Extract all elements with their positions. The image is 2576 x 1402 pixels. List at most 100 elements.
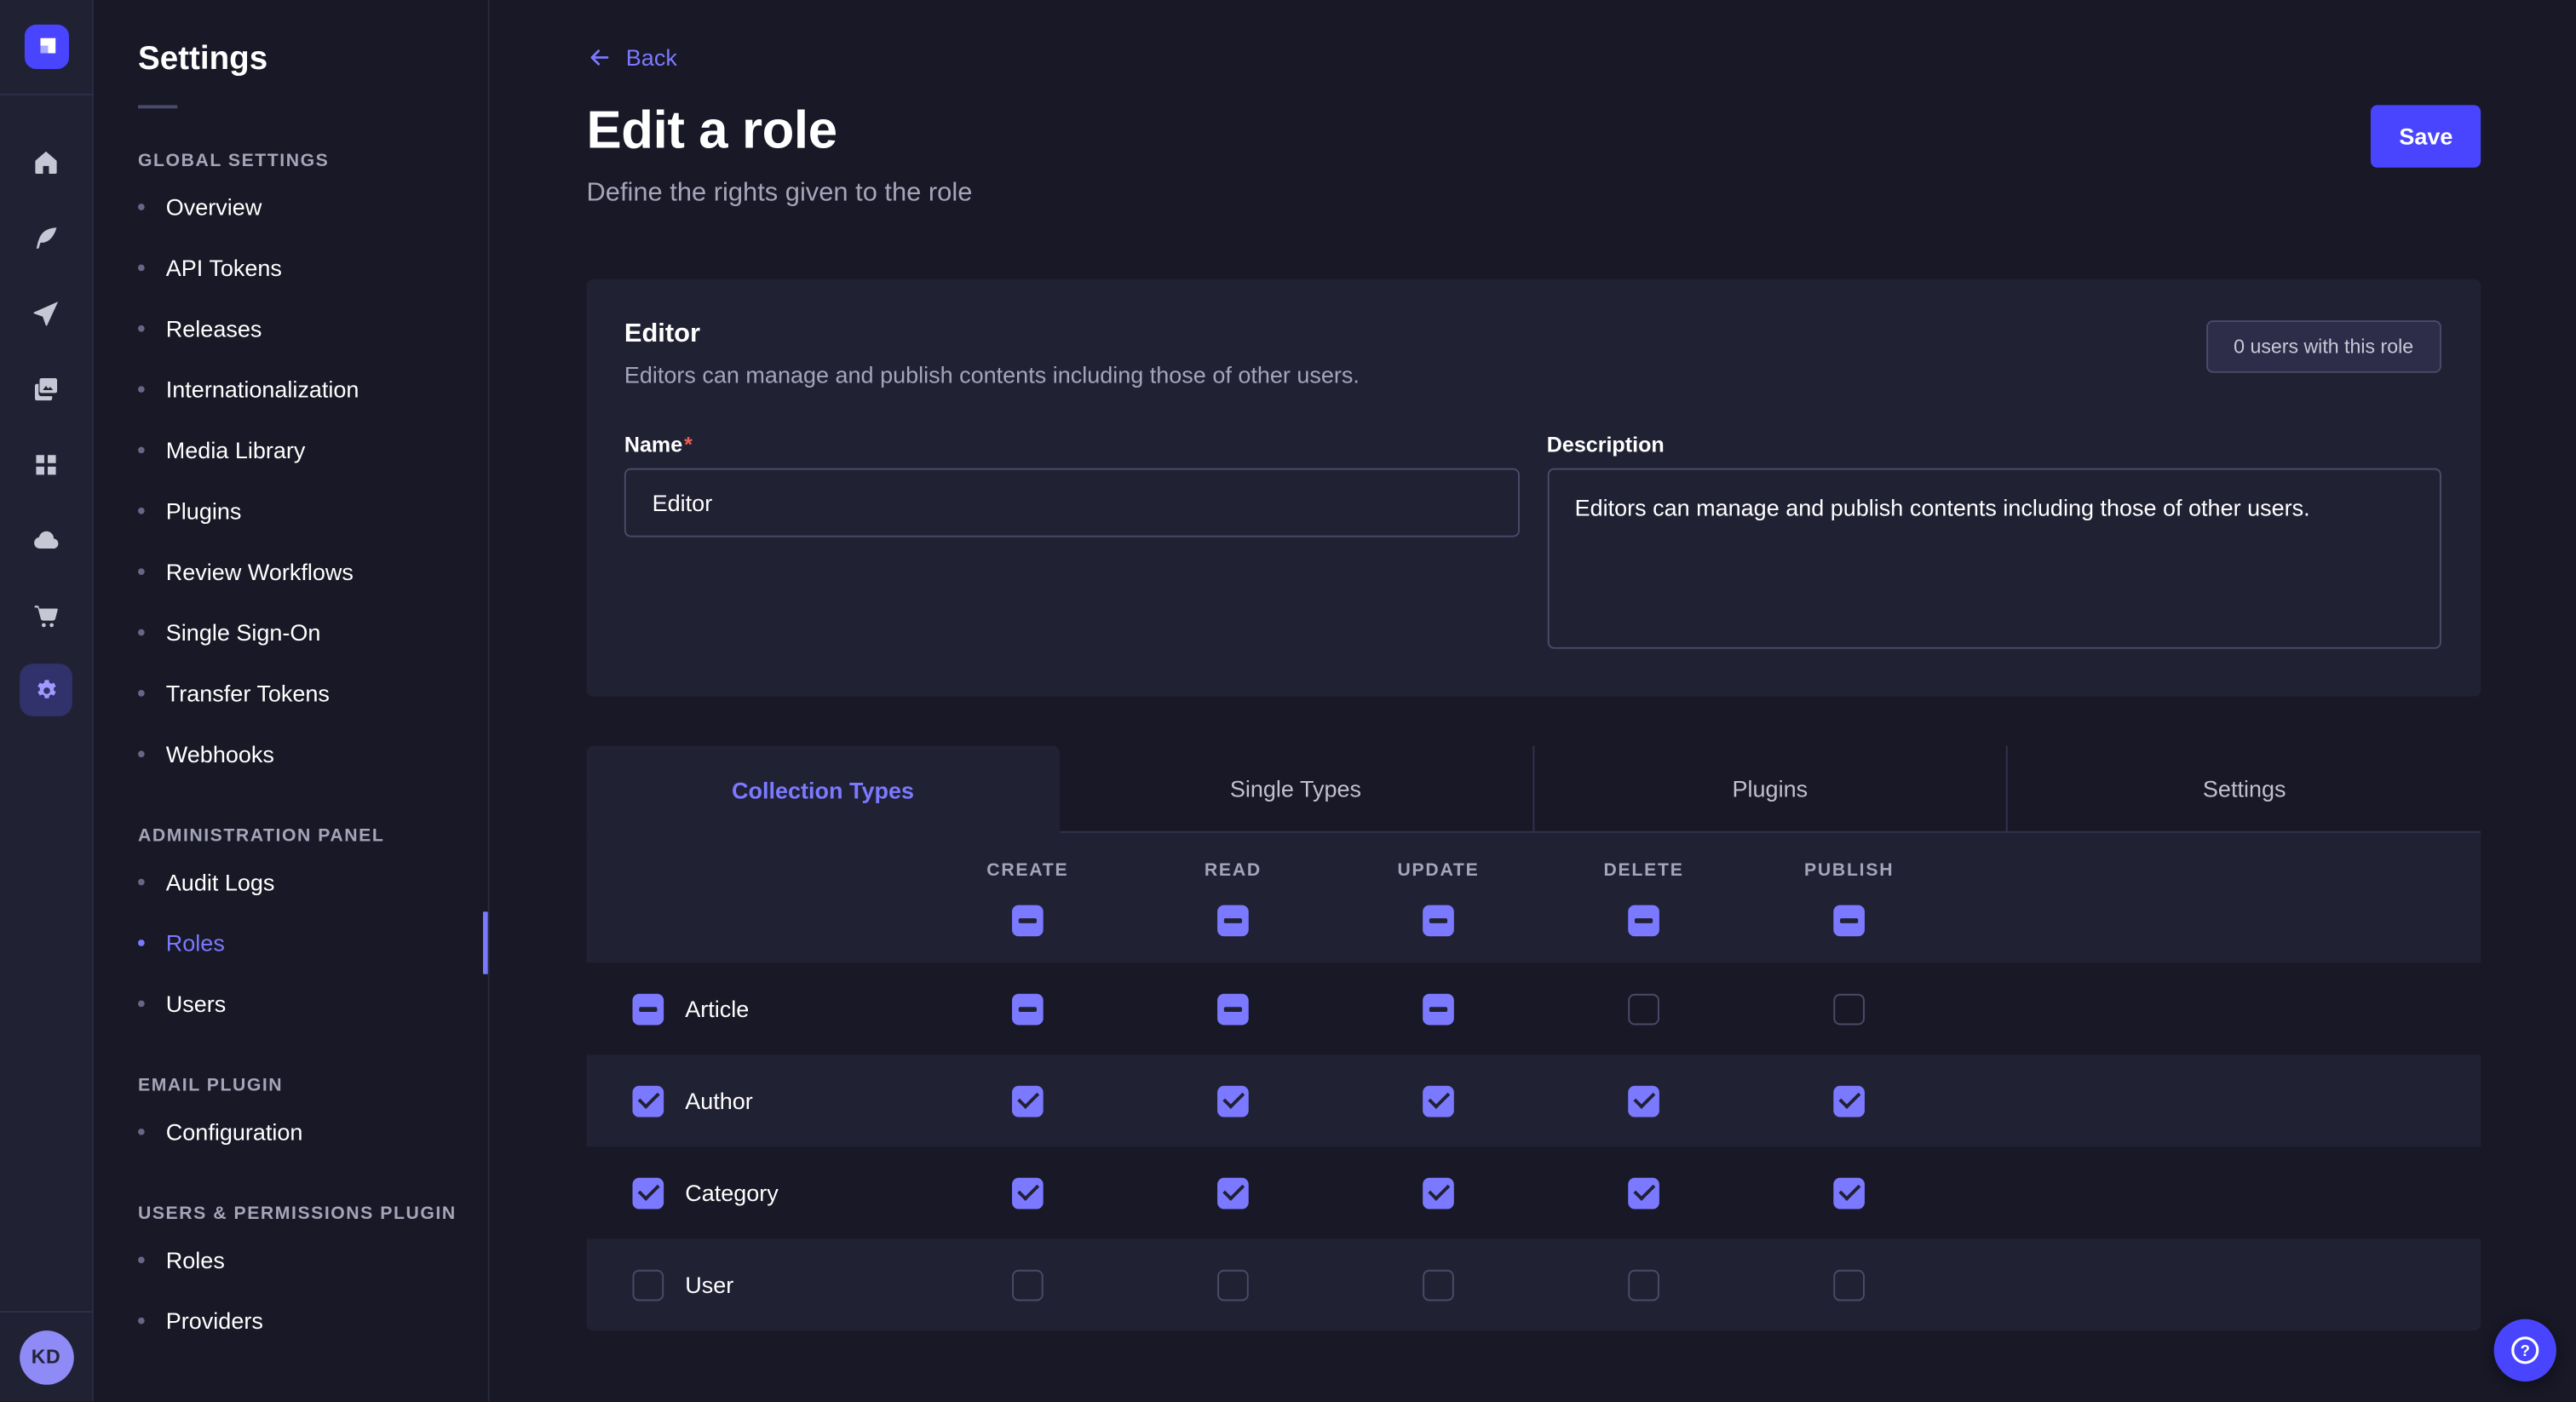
- sidebar-item-media-library[interactable]: Media Library: [94, 419, 488, 480]
- user-read-checkbox[interactable]: [1217, 1269, 1249, 1301]
- column-label: READ: [1205, 861, 1262, 881]
- bullet-icon: [138, 325, 145, 331]
- tab-single-types[interactable]: Single Types: [1059, 746, 1532, 833]
- strapi-logo[interactable]: [24, 25, 68, 69]
- sidebar-item-review-workflows[interactable]: Review Workflows: [94, 541, 488, 601]
- bullet-icon: [138, 1000, 145, 1007]
- rail-home-button[interactable]: [12, 128, 79, 195]
- article-row-checkbox[interactable]: [633, 993, 664, 1025]
- settings-subnav: Settings GLOBAL SETTINGS Overview API Toke…: [94, 0, 490, 1401]
- permission-cell: [925, 993, 1130, 1025]
- rail-logo-area: [0, 0, 92, 95]
- sidebar-item-webhooks[interactable]: Webhooks: [94, 723, 488, 784]
- sidebar-item-audit-logs[interactable]: Audit Logs: [94, 851, 488, 911]
- article-read-checkbox[interactable]: [1217, 993, 1249, 1025]
- sidebar-item-label: Users: [166, 990, 227, 1016]
- rail-feather-button[interactable]: [12, 204, 79, 271]
- subnav-title: Settings: [138, 41, 488, 78]
- article-delete-checkbox[interactable]: [1628, 993, 1659, 1025]
- rail-media-library-button[interactable]: [12, 355, 79, 422]
- row-label: Category: [685, 1180, 779, 1206]
- sidebar-item-providers[interactable]: Providers: [94, 1290, 488, 1350]
- user-create-checkbox[interactable]: [1012, 1269, 1044, 1301]
- sidebar-item-label: Roles: [166, 929, 225, 956]
- author-update-checkbox[interactable]: [1423, 1085, 1454, 1117]
- select-all-create-checkbox[interactable]: [1012, 905, 1044, 937]
- category-delete-checkbox[interactable]: [1628, 1177, 1659, 1209]
- sidebar-item-roles[interactable]: Roles: [94, 1229, 488, 1290]
- description-field-label: Description: [1547, 432, 2441, 457]
- bullet-icon: [138, 507, 145, 514]
- page-title: Edit a role: [587, 101, 973, 161]
- sidebar-item-plugins[interactable]: Plugins: [94, 480, 488, 540]
- row-label: Article: [685, 996, 749, 1022]
- help-button[interactable]: ?: [2494, 1319, 2556, 1382]
- article-publish-checkbox[interactable]: [1833, 993, 1865, 1025]
- sidebar-item-roles[interactable]: Roles: [94, 911, 488, 972]
- sidebar-item-label: Transfer Tokens: [166, 679, 330, 705]
- sidebar-item-label: API Tokens: [166, 254, 282, 280]
- category-publish-checkbox[interactable]: [1833, 1177, 1865, 1209]
- user-delete-checkbox[interactable]: [1628, 1269, 1659, 1301]
- author-delete-checkbox[interactable]: [1628, 1085, 1659, 1117]
- column-update: UPDATE: [1336, 861, 1541, 937]
- avatar[interactable]: KD: [19, 1330, 73, 1384]
- select-all-update-checkbox[interactable]: [1423, 905, 1454, 937]
- author-row-checkbox[interactable]: [633, 1085, 664, 1117]
- tab-settings[interactable]: Settings: [2006, 746, 2481, 833]
- bullet-icon: [138, 446, 145, 453]
- author-create-checkbox[interactable]: [1012, 1085, 1044, 1117]
- rail-cart-button[interactable]: [12, 582, 79, 649]
- sidebar-item-label: Plugins: [166, 497, 242, 523]
- description-field-group: Description Editors can manage and publi…: [1547, 432, 2441, 657]
- role-details-card: Editor Editors can manage and publish co…: [587, 279, 2481, 697]
- tab-collection-types[interactable]: Collection Types: [587, 746, 1060, 833]
- user-row-checkbox[interactable]: [633, 1269, 664, 1301]
- permissions-table-header: CREATEREADUPDATEDELETEPUBLISH: [587, 833, 2481, 962]
- bullet-icon: [138, 1317, 145, 1324]
- article-create-checkbox[interactable]: [1012, 993, 1044, 1025]
- author-read-checkbox[interactable]: [1217, 1085, 1249, 1117]
- author-publish-checkbox[interactable]: [1833, 1085, 1865, 1117]
- row-label: Author: [685, 1088, 753, 1114]
- arrow-left-icon: [587, 44, 613, 71]
- tab-plugins[interactable]: Plugins: [1532, 746, 2006, 833]
- rail-paper-plane-button[interactable]: [12, 279, 79, 347]
- select-all-read-checkbox[interactable]: [1217, 905, 1249, 937]
- category-create-checkbox[interactable]: [1012, 1177, 1044, 1209]
- row-label-cell: Author: [587, 1085, 925, 1117]
- sidebar-item-internationalization[interactable]: Internationalization: [94, 358, 488, 418]
- row-label-cell: Article: [587, 993, 925, 1025]
- user-update-checkbox[interactable]: [1423, 1269, 1454, 1301]
- permission-row-article: Article: [587, 962, 2481, 1054]
- permission-row-user: User: [587, 1238, 2481, 1330]
- rail-gear-button[interactable]: [20, 664, 72, 716]
- category-read-checkbox[interactable]: [1217, 1177, 1249, 1209]
- sidebar-item-single-sign-on[interactable]: Single Sign-On: [94, 601, 488, 662]
- sidebar-item-api-tokens[interactable]: API Tokens: [94, 237, 488, 297]
- rail-layout-grid-button[interactable]: [12, 430, 79, 497]
- name-field[interactable]: [624, 468, 1519, 537]
- select-all-publish-checkbox[interactable]: [1833, 905, 1865, 937]
- category-row-checkbox[interactable]: [633, 1177, 664, 1209]
- article-update-checkbox[interactable]: [1423, 993, 1454, 1025]
- sidebar-item-overview[interactable]: Overview: [94, 175, 488, 236]
- save-button[interactable]: Save: [2372, 105, 2481, 167]
- user-publish-checkbox[interactable]: [1833, 1269, 1865, 1301]
- sidebar-item-users[interactable]: Users: [94, 973, 488, 1033]
- permission-row-category: Category: [587, 1146, 2481, 1238]
- sidebar-item-configuration[interactable]: Configuration: [94, 1100, 488, 1161]
- sidebar-item-releases[interactable]: Releases: [94, 297, 488, 358]
- description-field[interactable]: Editors can manage and publish contents …: [1547, 468, 2441, 649]
- permission-cell: [1336, 1269, 1541, 1301]
- sidebar-item-transfer-tokens[interactable]: Transfer Tokens: [94, 662, 488, 722]
- role-name-heading: Editor: [624, 320, 1360, 350]
- permission-cell: [1130, 1177, 1336, 1209]
- category-update-checkbox[interactable]: [1423, 1177, 1454, 1209]
- back-link[interactable]: Back: [587, 44, 677, 71]
- media-library-icon: [32, 374, 61, 404]
- bullet-icon: [138, 385, 145, 392]
- nav-section-label: GLOBAL SETTINGS: [138, 151, 488, 170]
- rail-cloud-button[interactable]: [12, 506, 79, 573]
- select-all-delete-checkbox[interactable]: [1628, 905, 1659, 937]
